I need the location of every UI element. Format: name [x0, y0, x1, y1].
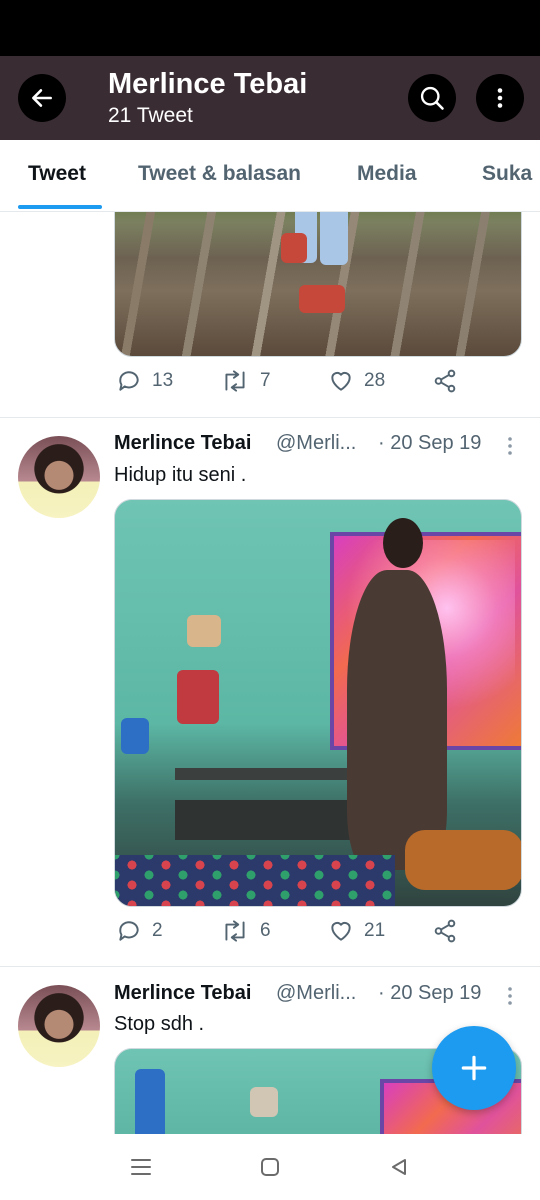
- tab-media[interactable]: Media: [357, 162, 417, 186]
- avatar[interactable]: [18, 436, 100, 518]
- author-handle[interactable]: @Merli...: [276, 982, 356, 1005]
- tweet-photo[interactable]: [114, 499, 522, 907]
- tweet-actions: 2 6 21: [114, 918, 522, 958]
- author-name[interactable]: Merlince Tebai: [114, 982, 251, 1005]
- photo-detail: [347, 570, 447, 870]
- tweet-header: Merlince Tebai @Merli... · 20 Sep 19: [114, 982, 522, 1012]
- like-count: 21: [364, 920, 386, 941]
- like-button[interactable]: 21: [328, 918, 385, 944]
- reply-button[interactable]: 2: [116, 918, 163, 944]
- author-handle[interactable]: @Merli...: [276, 432, 356, 455]
- share-button[interactable]: [432, 918, 458, 944]
- search-button[interactable]: [408, 74, 456, 122]
- tweet-more-button[interactable]: [504, 436, 516, 462]
- photo-detail: [121, 718, 149, 754]
- profile-tabs: Tweet Tweet & balasan Media Suka: [0, 140, 540, 212]
- tab-tweet[interactable]: Tweet: [28, 162, 86, 186]
- photo-detail: [135, 1069, 165, 1134]
- home-icon: [261, 1158, 279, 1176]
- reply-button[interactable]: 13: [116, 368, 173, 394]
- tweet-divider: [0, 417, 540, 418]
- more-vertical-icon: [497, 88, 503, 108]
- retweet-button[interactable]: 7: [220, 368, 271, 394]
- retweet-icon: [225, 920, 245, 942]
- tweet-actions: 13 7 28: [114, 368, 522, 408]
- photo-detail: [115, 855, 395, 906]
- back-button[interactable]: [18, 74, 66, 122]
- retweet-icon: [225, 370, 245, 392]
- header-title: Merlince Tebai: [108, 68, 308, 100]
- photo-detail: [281, 233, 307, 263]
- share-button[interactable]: [432, 368, 458, 394]
- share-icon: [434, 369, 456, 393]
- photo-detail: [187, 615, 221, 647]
- reply-count: 13: [152, 370, 174, 391]
- photo-detail: [175, 800, 365, 840]
- active-tab-indicator: [18, 205, 102, 209]
- like-button[interactable]: 28: [328, 368, 385, 394]
- more-vertical-icon: [508, 437, 512, 455]
- tweet-header: Merlince Tebai @Merli... · 20 Sep 19: [114, 432, 522, 462]
- photo-detail: [299, 285, 345, 313]
- home-button[interactable]: [257, 1154, 283, 1180]
- more-options-button[interactable]: [476, 74, 524, 122]
- tweet-more-button[interactable]: [504, 986, 516, 1012]
- recent-apps-button[interactable]: [128, 1154, 154, 1180]
- profile-header: Merlince Tebai 21 Tweet: [0, 56, 540, 140]
- heart-icon: [331, 921, 351, 941]
- tweet-text: Hidup itu seni .: [114, 464, 247, 486]
- system-navigation-bar: [0, 1134, 540, 1200]
- more-vertical-icon: [508, 987, 512, 1005]
- system-back-button[interactable]: [386, 1154, 412, 1180]
- back-triangle-icon: [392, 1159, 406, 1175]
- recent-apps-icon: [131, 1159, 151, 1175]
- avatar[interactable]: [18, 985, 100, 1067]
- tweet-photo[interactable]: [114, 212, 522, 357]
- photo-detail: [175, 768, 365, 780]
- retweet-count: 6: [260, 920, 271, 941]
- compose-tweet-button[interactable]: [432, 1026, 516, 1110]
- tab-tweet-and-replies[interactable]: Tweet & balasan: [138, 162, 301, 186]
- arrow-left-icon: [32, 89, 52, 107]
- tweet-date[interactable]: · 20 Sep 19: [378, 982, 481, 1005]
- photo-detail: [405, 830, 521, 890]
- search-icon: [420, 86, 444, 110]
- reply-icon: [119, 921, 139, 941]
- tweet-date[interactable]: · 20 Sep 19: [378, 432, 481, 455]
- tweet-feed[interactable]: 13 7 28 Merlince Tebai @Merli... · 20 Se…: [0, 212, 540, 1134]
- heart-icon: [331, 371, 351, 391]
- like-count: 28: [364, 370, 386, 391]
- tweet-count: 21 Tweet: [108, 104, 193, 127]
- reply-icon: [119, 371, 139, 391]
- photo-detail: [383, 518, 423, 568]
- status-bar: [0, 0, 540, 56]
- photo-detail: [250, 1087, 278, 1117]
- share-icon: [434, 919, 456, 943]
- plus-icon: [461, 1055, 487, 1081]
- photo-detail: [320, 212, 348, 265]
- author-name[interactable]: Merlince Tebai: [114, 432, 251, 455]
- retweet-count: 7: [260, 370, 271, 391]
- tweet-text: Stop sdh .: [114, 1013, 205, 1035]
- retweet-button[interactable]: 6: [220, 918, 271, 944]
- tab-likes[interactable]: Suka: [482, 162, 532, 186]
- reply-count: 2: [152, 920, 163, 941]
- photo-detail: [177, 670, 219, 724]
- tweet-divider: [0, 966, 540, 967]
